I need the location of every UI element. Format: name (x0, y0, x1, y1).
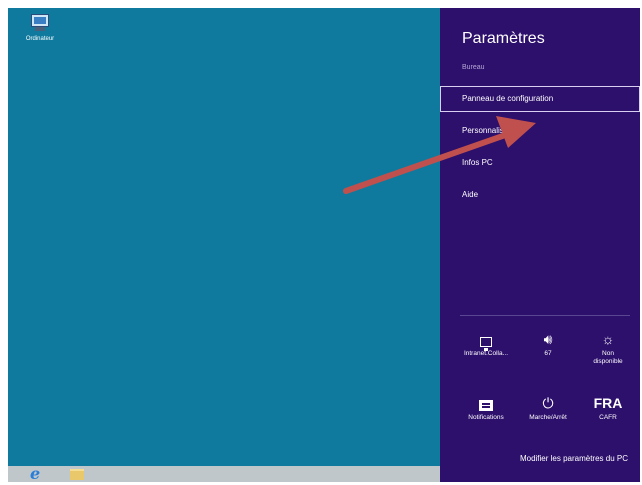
settings-charm-panel: Paramètres Bureau Panneau de configurati… (440, 8, 640, 482)
internet-explorer-icon[interactable]: e (30, 466, 40, 482)
computer-icon (29, 14, 51, 34)
menu-item-pc-info[interactable]: Infos PC (440, 150, 640, 176)
charm-subtitle: Bureau (462, 64, 485, 71)
brightness-icon: ☼ (601, 331, 615, 347)
taskbar: e (8, 466, 440, 482)
menu-item-control-panel[interactable]: Panneau de configuration (440, 86, 640, 112)
brightness-label: Non disponible (593, 350, 623, 365)
quick-setting-power[interactable]: ⏻ Marche/Arrêt (518, 394, 578, 422)
volume-icon: 🔊︎ (543, 331, 553, 347)
quick-setting-keyboard[interactable]: FRA CAFR (578, 394, 638, 422)
quick-setting-label: CAFR (599, 414, 617, 421)
quick-setting-notifications[interactable]: Notifications (456, 394, 516, 422)
quick-setting-label: Non disponible (578, 350, 638, 366)
computer-desktop-icon[interactable]: Ordinateur (14, 14, 66, 42)
quick-setting-brightness[interactable]: ☼ Non disponible (578, 330, 638, 366)
menu-item-personalization[interactable]: Personnalisation (440, 118, 640, 144)
quick-setting-label: Intranet.Colla... (463, 350, 509, 357)
change-pc-settings-link[interactable]: Modifier les paramètres du PC (520, 454, 628, 463)
quick-setting-label: Notifications (468, 414, 504, 421)
quick-setting-label: 67 (544, 350, 552, 357)
divider (460, 315, 630, 316)
quick-setting-volume[interactable]: 🔊︎ 67 (518, 330, 578, 358)
menu-item-help[interactable]: Aide (440, 182, 640, 208)
desktop: Ordinateur e (8, 8, 440, 482)
keyboard-icon: FRA (593, 395, 623, 411)
power-icon: ⏻ (542, 395, 554, 411)
computer-icon-label: Ordinateur (25, 36, 55, 42)
screen: Ordinateur e Paramètres Bureau Panneau d… (8, 8, 640, 482)
notifications-icon (479, 400, 493, 411)
file-explorer-icon[interactable] (70, 469, 84, 480)
charm-title: Paramètres (462, 30, 545, 47)
quick-setting-label: Marche/Arrêt (529, 414, 567, 421)
network-icon (480, 337, 492, 351)
quick-setting-network[interactable]: Intranet.Colla... (456, 330, 516, 358)
